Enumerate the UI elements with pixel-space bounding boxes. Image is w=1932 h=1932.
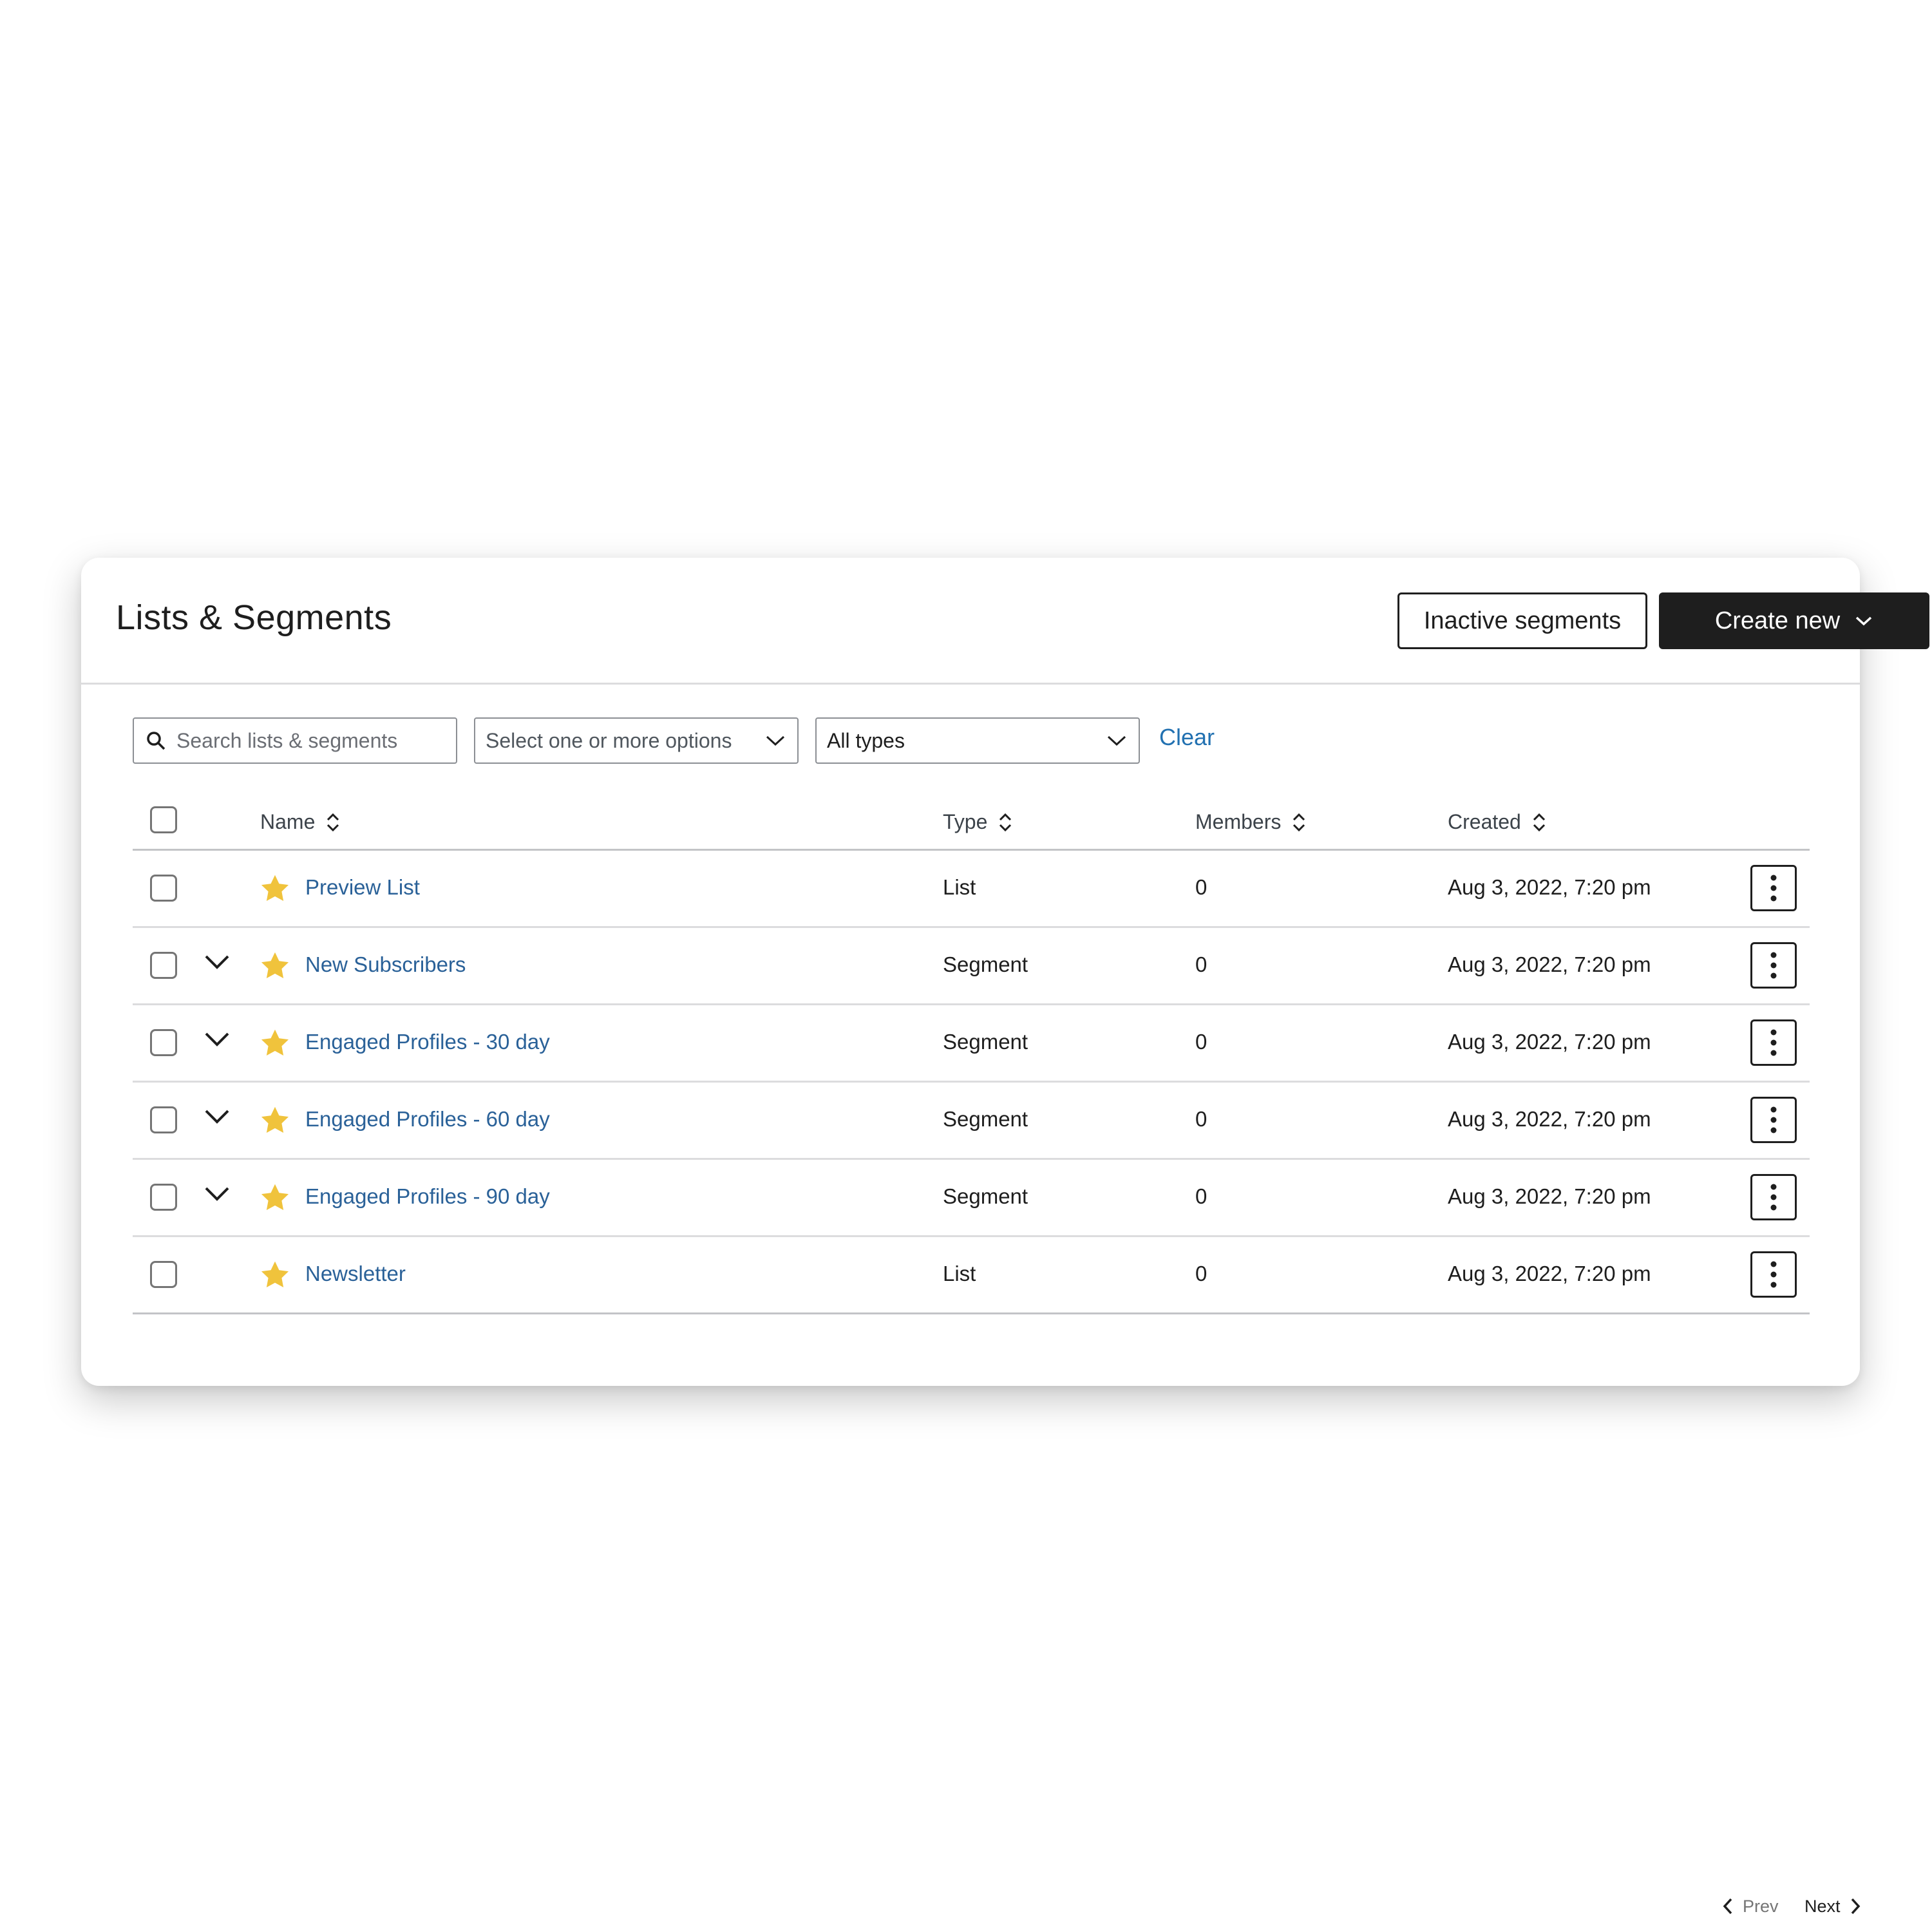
- column-name-label: Name: [260, 810, 316, 833]
- column-header-created[interactable]: Created: [1448, 810, 1547, 834]
- search-placeholder: Search lists & segments: [176, 728, 398, 752]
- column-created-label: Created: [1448, 810, 1521, 833]
- row-name-link[interactable]: New Subscribers: [305, 952, 466, 977]
- star-icon[interactable]: [259, 1182, 291, 1214]
- star-icon[interactable]: [259, 950, 291, 982]
- card-header: Lists & Segments Inactive segments Creat…: [81, 558, 1929, 685]
- chevron-down-icon: [766, 735, 785, 746]
- more-vertical-icon: [1770, 1184, 1777, 1211]
- next-page-label: Next: [1804, 1896, 1841, 1916]
- table-row: Engaged Profiles - 30 day Segment 0 Aug 3, …: [133, 1005, 1810, 1083]
- row-checkbox[interactable]: [150, 1029, 177, 1056]
- row-created: Aug 3, 2022, 7:20 pm: [1448, 1262, 1651, 1285]
- chevron-down-icon[interactable]: [204, 1107, 231, 1126]
- table-row: Preview List List 0 Aug 3, 2022, 7:20 pm: [133, 851, 1810, 928]
- prev-page-button[interactable]: Prev: [1722, 1893, 1779, 1919]
- row-actions-button[interactable]: [1750, 942, 1797, 989]
- row-members: 0: [1195, 1030, 1208, 1054]
- row-members: 0: [1195, 1107, 1208, 1131]
- row-checkbox[interactable]: [150, 875, 177, 902]
- row-created: Aug 3, 2022, 7:20 pm: [1448, 952, 1651, 976]
- tags-select[interactable]: Select one or more options: [474, 717, 799, 764]
- create-new-button[interactable]: Create new: [1659, 592, 1929, 649]
- lists-segments-card: Lists & Segments Inactive segments Creat…: [81, 558, 1929, 1916]
- chevron-left-icon: [1723, 1898, 1732, 1915]
- row-created: Aug 3, 2022, 7:20 pm: [1448, 1030, 1651, 1054]
- table-header: Name Type Members Created: [133, 797, 1810, 851]
- table-body: Preview List List 0 Aug 3, 2022, 7:20 pm New…: [133, 851, 1810, 1314]
- table-row: Engaged Profiles - 90 day Segment 0 Aug 3, …: [133, 1160, 1810, 1237]
- row-type: Segment: [943, 1107, 1028, 1131]
- row-name-link[interactable]: Engaged Profiles - 90 day: [305, 1184, 550, 1209]
- row-members: 0: [1195, 875, 1208, 899]
- row-actions-button[interactable]: [1750, 1174, 1797, 1220]
- row-checkbox[interactable]: [150, 1106, 177, 1133]
- tags-select-placeholder: Select one or more options: [486, 728, 732, 752]
- row-actions-button[interactable]: [1750, 1251, 1797, 1298]
- row-checkbox[interactable]: [150, 952, 177, 979]
- row-actions-button[interactable]: [1750, 1097, 1797, 1143]
- clear-filters-link[interactable]: Clear: [1159, 724, 1215, 751]
- chevron-down-icon[interactable]: [204, 952, 231, 972]
- chevron-right-icon: [1851, 1898, 1860, 1915]
- inactive-segments-label: Inactive segments: [1423, 607, 1622, 634]
- more-vertical-icon: [1770, 1106, 1777, 1133]
- star-icon[interactable]: [259, 1259, 291, 1291]
- star-icon[interactable]: [259, 1104, 291, 1137]
- more-vertical-icon: [1770, 1261, 1777, 1288]
- next-page-button[interactable]: Next: [1804, 1893, 1861, 1919]
- search-icon: [147, 732, 166, 750]
- more-vertical-icon: [1770, 1029, 1777, 1056]
- row-type: List: [943, 875, 976, 899]
- sort-icon: [1533, 813, 1545, 831]
- row-name-link[interactable]: Newsletter: [305, 1262, 406, 1286]
- row-actions-button[interactable]: [1750, 865, 1797, 911]
- more-vertical-icon: [1770, 952, 1777, 979]
- column-header-name[interactable]: Name: [260, 810, 341, 834]
- star-icon[interactable]: [259, 873, 291, 905]
- row-type: Segment: [943, 952, 1028, 976]
- chevron-down-icon[interactable]: [204, 1184, 231, 1204]
- column-members-label: Members: [1195, 810, 1282, 833]
- column-type-label: Type: [943, 810, 988, 833]
- row-members: 0: [1195, 1262, 1208, 1285]
- type-select[interactable]: All types: [815, 717, 1140, 764]
- prev-page-label: Prev: [1743, 1896, 1779, 1916]
- table-row: Newsletter List 0 Aug 3, 2022, 7:20 pm: [133, 1237, 1810, 1314]
- row-actions-button[interactable]: [1750, 1019, 1797, 1066]
- lists-table: Name Type Members Created Preview List Li…: [133, 797, 1810, 1314]
- row-members: 0: [1195, 952, 1208, 976]
- sort-icon: [999, 813, 1012, 831]
- sort-icon: [1293, 813, 1305, 831]
- row-created: Aug 3, 2022, 7:20 pm: [1448, 1184, 1651, 1208]
- page-title: Lists & Segments: [116, 598, 392, 637]
- more-vertical-icon: [1770, 875, 1777, 902]
- row-type: Segment: [943, 1030, 1028, 1054]
- table-row: New Subscribers Segment 0 Aug 3, 2022, 7:20…: [133, 928, 1810, 1005]
- sort-icon: [327, 813, 339, 831]
- column-header-type[interactable]: Type: [943, 810, 1013, 834]
- type-select-value: All types: [827, 728, 905, 752]
- row-checkbox[interactable]: [150, 1184, 177, 1211]
- chevron-down-icon[interactable]: [204, 1030, 231, 1049]
- chevron-down-icon: [1855, 616, 1872, 626]
- search-input[interactable]: Search lists & segments: [133, 717, 457, 764]
- row-name-link[interactable]: Preview List: [305, 875, 420, 900]
- column-header-members[interactable]: Members: [1195, 810, 1307, 834]
- table-row: Engaged Profiles - 60 day Segment 0 Aug 3, …: [133, 1083, 1810, 1160]
- row-created: Aug 3, 2022, 7:20 pm: [1448, 1107, 1651, 1131]
- chevron-down-icon: [1107, 735, 1126, 746]
- star-icon[interactable]: [259, 1027, 291, 1059]
- row-name-link[interactable]: Engaged Profiles - 30 day: [305, 1030, 550, 1054]
- select-all-checkbox[interactable]: [150, 806, 177, 833]
- inactive-segments-button[interactable]: Inactive segments: [1397, 592, 1647, 649]
- create-new-label: Create new: [1714, 607, 1841, 634]
- row-name-link[interactable]: Engaged Profiles - 60 day: [305, 1107, 550, 1132]
- row-type: Segment: [943, 1184, 1028, 1208]
- row-created: Aug 3, 2022, 7:20 pm: [1448, 875, 1651, 899]
- row-checkbox[interactable]: [150, 1261, 177, 1288]
- row-members: 0: [1195, 1184, 1208, 1208]
- row-type: List: [943, 1262, 976, 1285]
